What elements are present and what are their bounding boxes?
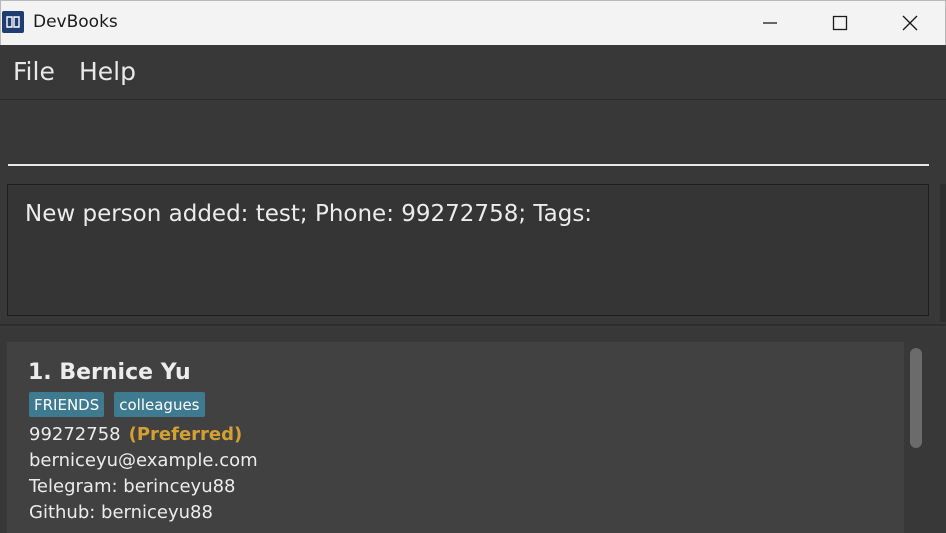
result-message: New person added: test; Phone: 99272758;…: [25, 201, 593, 227]
minimize-icon: [763, 22, 777, 24]
telegram-handle: Telegram: berinceyu88: [29, 476, 236, 497]
tag-badge: colleagues: [114, 392, 205, 417]
menu-file[interactable]: File: [13, 57, 55, 86]
phone-number: 99272758: [29, 424, 121, 445]
tag-list: FRIENDS colleagues: [29, 392, 205, 417]
window-title: DevBooks: [33, 12, 118, 32]
close-icon: [902, 15, 918, 31]
email-address: berniceyu@example.com: [29, 450, 258, 471]
close-button[interactable]: [876, 1, 946, 46]
result-display-area: New person added: test; Phone: 99272758;…: [0, 176, 946, 326]
title-bar: DevBooks: [0, 0, 946, 45]
person-name: 1. Bernice Yu: [28, 360, 191, 385]
preferred-label: (Preferred): [128, 424, 243, 445]
person-list: 1. Bernice Yu FRIENDS colleagues 9927275…: [0, 328, 946, 533]
result-scroll-edge: [940, 184, 946, 322]
maximize-icon: [832, 15, 848, 31]
menu-help[interactable]: Help: [79, 57, 136, 86]
command-input[interactable]: [8, 100, 929, 166]
scrollbar-thumb[interactable]: [910, 348, 922, 448]
tag-badge: FRIENDS: [29, 392, 105, 417]
command-box: [0, 100, 946, 176]
result-display: New person added: test; Phone: 99272758;…: [7, 184, 929, 316]
menu-bar: File Help: [0, 45, 946, 100]
minimize-button[interactable]: [736, 1, 806, 46]
person-card[interactable]: 1. Bernice Yu FRIENDS colleagues 9927275…: [7, 342, 904, 533]
phone-line: 99272758 (Preferred): [29, 424, 242, 445]
maximize-button[interactable]: [806, 1, 876, 46]
list-scrollbar[interactable]: [906, 342, 926, 533]
book-icon: [2, 11, 24, 33]
github-handle: Github: berniceyu88: [29, 502, 213, 523]
